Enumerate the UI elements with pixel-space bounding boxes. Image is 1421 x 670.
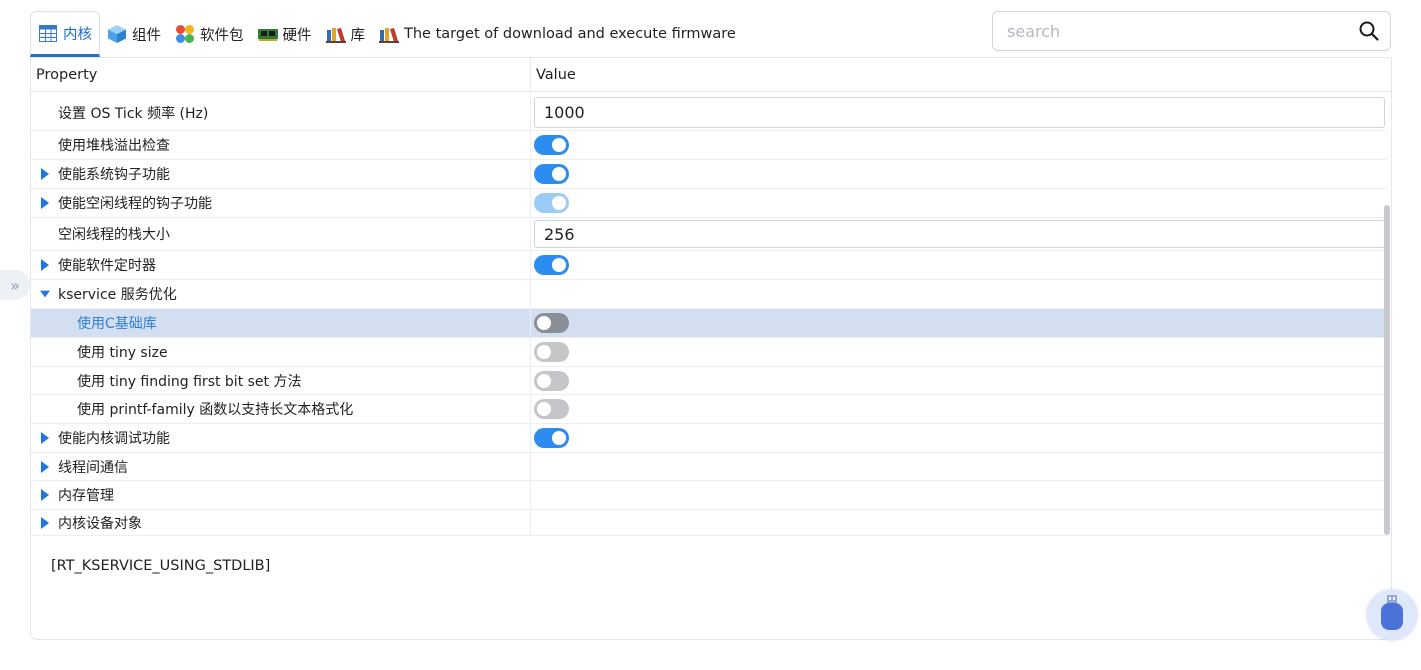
caret-right-icon[interactable] xyxy=(40,431,50,445)
toggle-switch[interactable] xyxy=(534,255,569,275)
table-row[interactable]: 使用堆栈溢出检查 xyxy=(31,131,1387,160)
property-label: 使能内核调试功能 xyxy=(58,431,170,447)
vertical-scrollbar[interactable] xyxy=(1384,205,1390,535)
table-header: Property Value xyxy=(31,58,1391,92)
table-row[interactable]: 空闲线程的栈大小 256 xyxy=(31,218,1387,251)
tab-components[interactable]: 组件 xyxy=(100,11,168,57)
table-row[interactable]: 使能内核调试功能 xyxy=(31,424,1387,453)
table-row[interactable]: 使能系统钩子功能 xyxy=(31,160,1387,189)
properties-panel: Property Value 设置 OS Tick 频率 (Hz) 1000 使… xyxy=(30,57,1392,640)
property-label: 内存管理 xyxy=(58,488,114,504)
tab-label: 组件 xyxy=(132,27,161,44)
books-icon xyxy=(325,24,346,44)
toggle-switch[interactable] xyxy=(534,342,569,362)
tab-label: The target of download and execute firmw… xyxy=(404,26,736,42)
tab-label: 内核 xyxy=(63,26,92,43)
value-column-header: Value xyxy=(536,66,576,83)
caret-right-icon[interactable] xyxy=(40,167,50,181)
property-label: 使能软件定时器 xyxy=(58,258,156,274)
table-row[interactable]: 内存管理 xyxy=(31,481,1387,510)
caret-right-icon[interactable] xyxy=(40,516,50,530)
search-input[interactable] xyxy=(993,12,1358,50)
table-icon xyxy=(38,23,58,43)
toggle-switch[interactable] xyxy=(534,313,569,333)
property-description: [RT_KSERVICE_USING_STDLIB] xyxy=(51,558,271,574)
os-tick-input[interactable]: 1000 xyxy=(534,97,1385,128)
table-row[interactable]: 使用 tiny finding first bit set 方法 xyxy=(31,367,1387,395)
table-row-selected[interactable]: 使用C基础库 xyxy=(31,309,1387,338)
property-label: 使用 tiny size xyxy=(77,345,168,361)
property-label: 使用堆栈溢出检查 xyxy=(58,138,170,154)
table-row[interactable]: 内核设备对象 xyxy=(31,510,1387,536)
tab-libraries[interactable]: 库 xyxy=(319,11,373,57)
table-row[interactable]: 设置 OS Tick 频率 (Hz) 1000 xyxy=(31,95,1387,131)
caret-right-icon[interactable] xyxy=(40,258,50,272)
tab-bar: 内核 组件 软件包 硬件 库 The target of download an… xyxy=(30,11,980,57)
table-row[interactable]: 使能空闲线程的钩子功能 xyxy=(31,189,1387,218)
books-icon xyxy=(379,24,399,44)
property-label: 设置 OS Tick 频率 (Hz) xyxy=(58,105,209,122)
table-row[interactable]: 线程间通信 xyxy=(31,453,1387,481)
tab-kernel[interactable]: 内核 xyxy=(30,11,100,57)
tab-packages[interactable]: 软件包 xyxy=(168,11,251,57)
tab-label: 软件包 xyxy=(200,27,244,44)
caret-right-icon[interactable] xyxy=(40,488,50,502)
property-label: 线程间通信 xyxy=(58,459,128,476)
toggle-switch[interactable] xyxy=(534,135,569,155)
property-label: kservice 服务优化 xyxy=(58,287,177,303)
tab-label: 库 xyxy=(350,27,366,44)
tab-hardware[interactable]: 硬件 xyxy=(251,11,319,57)
board-icon xyxy=(257,24,278,44)
toggle-switch[interactable] xyxy=(534,428,569,448)
caret-right-icon[interactable] xyxy=(40,460,50,474)
property-label: 使能系统钩子功能 xyxy=(58,167,170,183)
idle-stack-size-input[interactable]: 256 xyxy=(534,220,1385,248)
property-label: 使用 printf-family 函数以支持长文本格式化 xyxy=(77,402,354,418)
table-row[interactable]: kservice 服务优化 xyxy=(31,280,1387,309)
search-box xyxy=(992,11,1391,51)
toggle-switch[interactable] xyxy=(534,370,569,391)
usb-icon xyxy=(1379,595,1405,635)
property-label: 使能空闲线程的钩子功能 xyxy=(58,196,212,212)
property-column-header: Property xyxy=(31,58,531,91)
packages-icon xyxy=(175,24,195,44)
toggle-switch[interactable] xyxy=(534,399,569,419)
tab-download-target[interactable]: The target of download and execute firmw… xyxy=(372,11,743,57)
table-row[interactable]: 使用 printf-family 函数以支持长文本格式化 xyxy=(31,395,1387,424)
properties-table-body: 设置 OS Tick 频率 (Hz) 1000 使用堆栈溢出检查 使能系统钩子功… xyxy=(31,92,1387,536)
cube-icon xyxy=(107,24,127,44)
property-label: 内核设备对象 xyxy=(58,515,142,532)
chevron-double-right-icon: » xyxy=(10,275,20,295)
table-row[interactable]: 使用 tiny size xyxy=(31,338,1387,367)
property-label: 使用 tiny finding first bit set 方法 xyxy=(77,373,302,390)
property-label: 空闲线程的栈大小 xyxy=(58,227,170,243)
caret-down-icon[interactable] xyxy=(40,287,50,301)
caret-right-icon[interactable] xyxy=(40,196,50,210)
expand-sidebar-button[interactable]: » xyxy=(0,270,30,300)
property-label: 使用C基础库 xyxy=(77,316,157,332)
search-icon[interactable] xyxy=(1358,20,1380,42)
table-row[interactable]: 使能软件定时器 xyxy=(31,251,1387,280)
usb-download-button[interactable] xyxy=(1367,590,1417,640)
tab-label: 硬件 xyxy=(282,27,312,44)
toggle-switch[interactable] xyxy=(534,193,569,213)
toggle-switch[interactable] xyxy=(534,164,569,184)
